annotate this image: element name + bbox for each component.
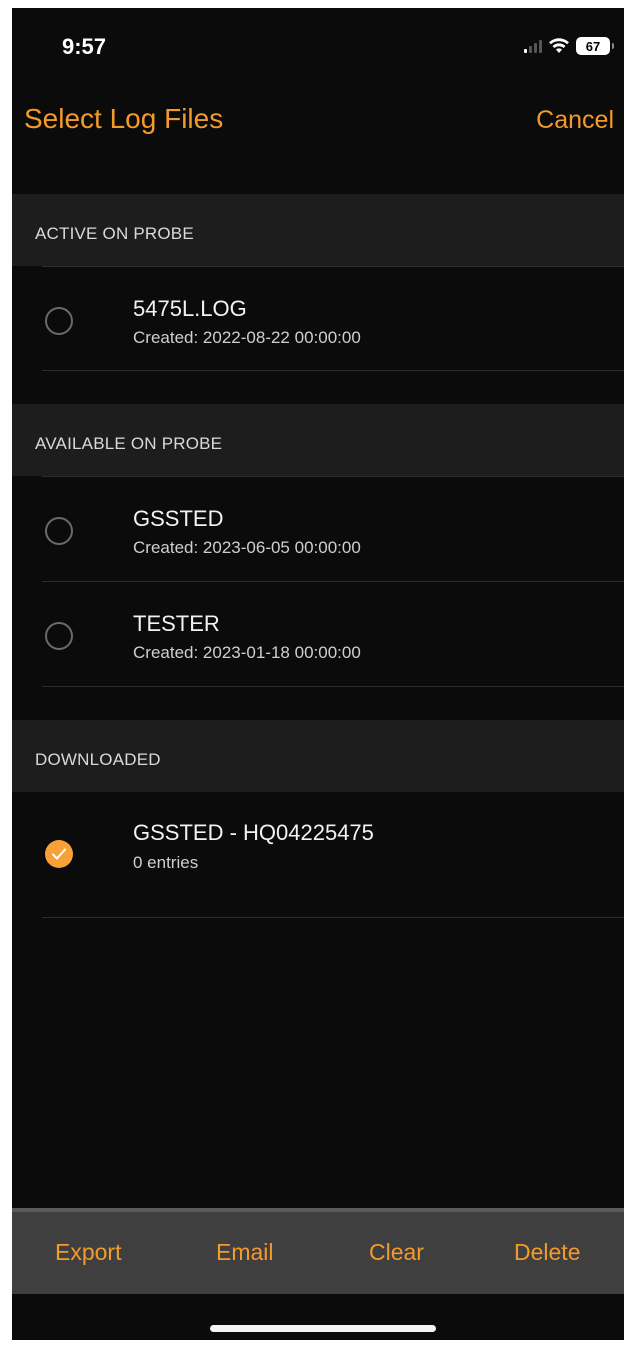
- log-file-name: TESTER: [133, 611, 220, 636]
- section-header-available: AVAILABLE ON PROBE: [12, 404, 624, 476]
- cellular-signal-icon: [524, 39, 542, 53]
- radio-unchecked-icon[interactable]: [45, 622, 73, 650]
- bottom-toolbar: Export Email Clear Delete: [12, 1208, 624, 1294]
- section-header-label: ACTIVE ON PROBE: [35, 224, 194, 243]
- delete-button[interactable]: Delete: [514, 1239, 580, 1266]
- section-header-active: ACTIVE ON PROBE: [12, 194, 624, 266]
- checkmark-icon: [52, 848, 66, 860]
- wifi-icon: [549, 38, 569, 53]
- divider: [42, 917, 624, 918]
- section-header-label: AVAILABLE ON PROBE: [35, 434, 223, 453]
- log-file-detail: 0 entries: [133, 853, 199, 872]
- section-header-downloaded: DOWNLOADED: [12, 720, 624, 792]
- app-screen: 9:57 67 Select Log Files Cancel ACTIVE O…: [12, 8, 624, 1340]
- list-item[interactable]: GSSTED Created: 2023-06-05 00:00:00: [12, 477, 624, 581]
- log-file-detail: Created: 2023-01-18 00:00:00: [133, 643, 361, 662]
- battery-icon: 67: [576, 37, 614, 55]
- log-file-name: GSSTED - HQ04225475: [133, 820, 374, 845]
- radio-checked-icon[interactable]: [45, 840, 73, 868]
- clear-button[interactable]: Clear: [369, 1239, 424, 1266]
- page-title: Select Log Files: [24, 103, 224, 134]
- radio-unchecked-icon[interactable]: [45, 307, 73, 335]
- home-indicator[interactable]: [210, 1325, 436, 1332]
- divider: [42, 370, 624, 371]
- radio-unchecked-icon[interactable]: [45, 517, 73, 545]
- log-file-detail: Created: 2022-08-22 00:00:00: [133, 328, 361, 347]
- export-button[interactable]: Export: [55, 1239, 121, 1266]
- section-header-label: DOWNLOADED: [35, 750, 161, 769]
- list-item[interactable]: 5475L.LOG Created: 2022-08-22 00:00:00: [12, 267, 624, 371]
- email-button[interactable]: Email: [216, 1239, 274, 1266]
- status-icons: 67: [524, 34, 614, 58]
- list-item[interactable]: GSSTED - HQ04225475 0 entries: [12, 792, 624, 917]
- log-file-detail: Created: 2023-06-05 00:00:00: [133, 538, 361, 557]
- log-file-name: GSSTED: [133, 506, 224, 531]
- divider: [42, 686, 624, 687]
- battery-level: 67: [585, 38, 601, 54]
- list-item[interactable]: TESTER Created: 2023-01-18 00:00:00: [12, 582, 624, 686]
- log-file-name: 5475L.LOG: [133, 296, 247, 321]
- cancel-button[interactable]: Cancel: [536, 106, 614, 135]
- status-time: 9:57: [62, 34, 107, 59]
